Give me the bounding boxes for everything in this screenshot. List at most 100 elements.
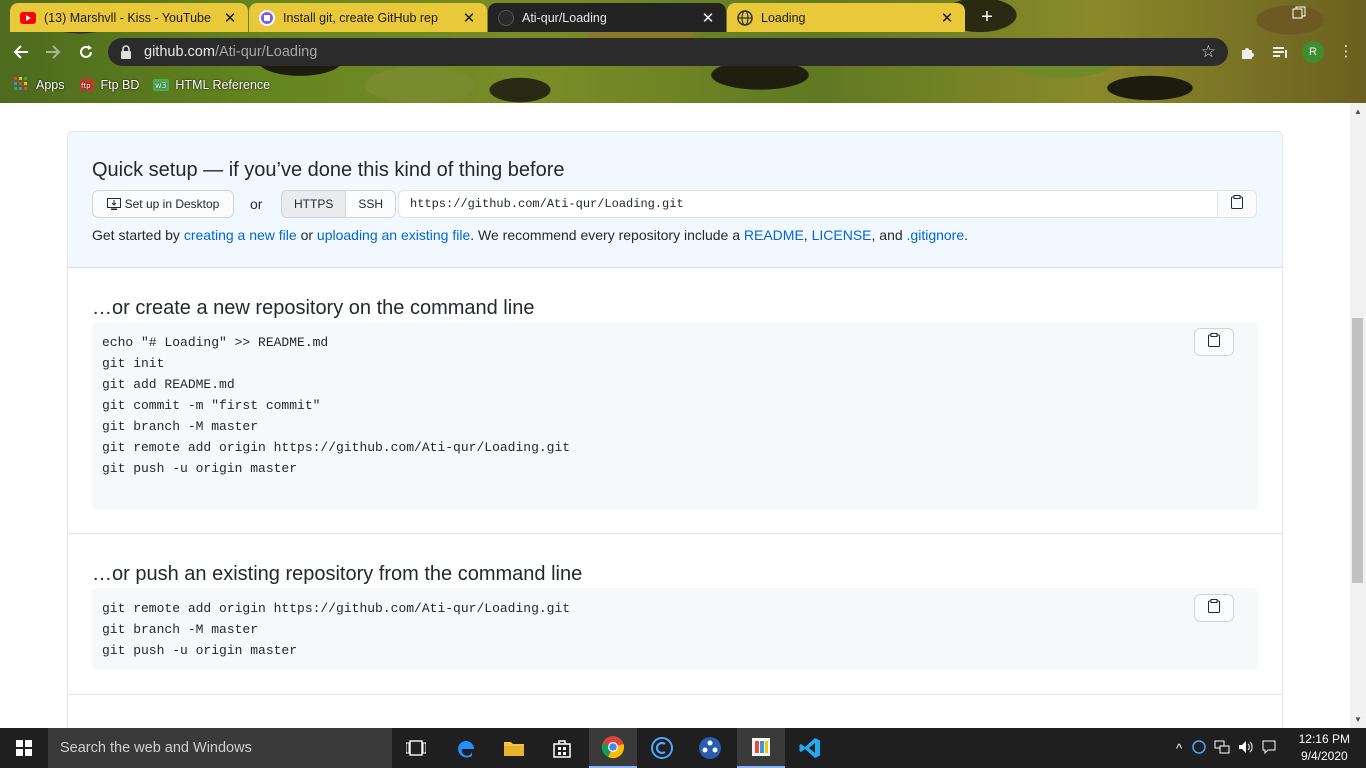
clone-url-field[interactable]: https://github.com/Ati-qur/Loading.git [398, 190, 1218, 218]
clipboard-icon [1231, 194, 1243, 214]
volume-icon[interactable] [1238, 740, 1254, 757]
hint-prefix: Get started by [92, 227, 180, 243]
getting-started-hint: Get started by creating a new file or up… [92, 227, 968, 243]
svg-text:ftp: ftp [81, 82, 91, 90]
bookmark-label: Ftp BD [100, 78, 140, 92]
clock-time: 12:16 PM [1298, 732, 1350, 746]
lock-icon[interactable] [120, 45, 134, 59]
close-icon[interactable]: ✕ [939, 9, 955, 27]
bookmark-apps[interactable]: Apps [14, 77, 65, 93]
quick-setup-title: Quick setup — if you’ve done this kind o… [92, 159, 565, 181]
copy-push-existing-button[interactable] [1194, 594, 1234, 622]
menu-kebab-icon[interactable]: ⋮ [1334, 40, 1358, 64]
hint-end: . [964, 227, 969, 243]
reading-list-icon[interactable] [1268, 40, 1292, 64]
ccleaner-tray-icon[interactable] [1192, 739, 1206, 757]
hint-comma: , [803, 227, 808, 243]
new-repo-code-block[interactable]: echo "# Loading" >> README.md git init g… [92, 322, 1258, 510]
file-explorer-icon[interactable] [490, 728, 538, 768]
scroll-up-icon[interactable]: ▲ [1354, 107, 1362, 116]
setup-in-desktop-button[interactable]: Set up in Desktop [92, 190, 234, 218]
store-icon[interactable] [538, 728, 586, 768]
davinci-icon[interactable] [686, 728, 734, 768]
apps-grid-icon [14, 77, 30, 93]
new-repo-title: …or create a new repository on the comma… [92, 297, 535, 319]
bookmark-ftp-bd[interactable]: ftp Ftp BD [79, 77, 140, 93]
repo-setup-box: Quick setup — if you’ve done this kind o… [67, 131, 1283, 728]
back-button[interactable] [8, 39, 34, 65]
forward-button[interactable] [40, 39, 66, 65]
push-existing-code[interactable]: git remote add origin https://github.com… [102, 598, 570, 661]
bookmark-star-icon[interactable]: ☆ [1201, 43, 1216, 61]
url-text: github.com/Ati-qur/Loading [144, 44, 317, 60]
chevron-up-icon[interactable]: ^ [1176, 741, 1182, 756]
push-existing-section: …or push an existing repository from the… [68, 534, 1282, 695]
close-icon[interactable]: ✕ [461, 9, 477, 27]
tab-ati-qur-loading[interactable]: Ati-qur/Loading ✕ [488, 3, 726, 32]
scrollbar-thumb[interactable] [1352, 318, 1363, 583]
chrome-icon[interactable] [589, 728, 637, 768]
windows-logo-icon [16, 740, 32, 756]
push-existing-title: …or push an existing repository from the… [92, 563, 583, 585]
network-icon[interactable] [1214, 740, 1230, 757]
clipboard-icon [1208, 332, 1220, 352]
task-view-icon[interactable] [392, 728, 440, 768]
system-tray: ^ [1176, 728, 1276, 768]
github-icon [498, 9, 514, 26]
restore-icon[interactable] [1292, 6, 1310, 24]
create-new-file-link[interactable]: creating a new file [184, 227, 297, 243]
url-path: /Ati-qur/Loading [214, 44, 318, 60]
readme-link[interactable]: README [744, 227, 804, 243]
tab-youtube[interactable]: (13) Marshvll - Kiss - YouTube ✕ [10, 3, 248, 32]
desktop-button-label: Set up in Desktop [124, 197, 220, 211]
or-label: or [250, 196, 263, 212]
scroll-down-icon[interactable]: ▼ [1354, 715, 1362, 724]
taskbar-search-box[interactable]: Search the web and Windows [48, 728, 392, 768]
tab-install-git[interactable]: Install git, create GitHub rep ✕ [249, 3, 487, 32]
bookmark-html-reference[interactable]: w3 HTML Reference [153, 77, 270, 93]
license-link[interactable]: LICENSE [812, 227, 872, 243]
gitignore-link[interactable]: .gitignore [907, 227, 965, 243]
notification-icon[interactable] [1262, 740, 1276, 757]
close-icon[interactable]: ✕ [700, 9, 716, 27]
new-repo-section: …or create a new repository on the comma… [68, 268, 1282, 534]
protocol-toggle: HTTPS SSH [281, 190, 397, 218]
bookmarks-bar: Apps ftp Ftp BD w3 HTML Reference [0, 72, 1366, 98]
tab-loading[interactable]: Loading ✕ [727, 3, 965, 32]
clock-date: 9/4/2020 [1300, 749, 1348, 763]
new-tab-button[interactable]: + [976, 6, 998, 28]
tab-title: Ati-qur/Loading [522, 10, 607, 25]
push-existing-code-block[interactable]: git remote add origin https://github.com… [92, 588, 1258, 670]
clipboard-icon [1208, 598, 1220, 618]
ccleaner-icon[interactable] [638, 728, 686, 768]
tab-title: (13) Marshvll - Kiss - YouTube [44, 10, 211, 25]
ssh-button[interactable]: SSH [346, 191, 396, 217]
google-docs-icon [259, 9, 275, 26]
upload-existing-file-link[interactable]: uploading an existing file [317, 227, 470, 243]
paint-icon[interactable] [737, 728, 785, 768]
reload-button[interactable] [73, 39, 99, 65]
windows-start-button[interactable] [0, 728, 48, 768]
url-host: github.com [144, 44, 215, 60]
close-icon[interactable]: ✕ [222, 9, 238, 27]
hint-and: , and [871, 227, 903, 243]
bookmark-label: HTML Reference [175, 78, 271, 92]
copy-new-repo-button[interactable] [1194, 328, 1234, 356]
copy-url-button[interactable] [1217, 190, 1257, 218]
hint-middle: . We recommend every repository include … [470, 227, 740, 243]
hint-or: or [300, 227, 314, 243]
profile-avatar[interactable]: R [1302, 41, 1324, 63]
new-repo-code[interactable]: echo "# Loading" >> README.md git init g… [102, 332, 570, 479]
https-button[interactable]: HTTPS [282, 191, 347, 217]
address-bar[interactable]: github.com/Ati-qur/Loading ☆ [108, 38, 1228, 66]
globe-icon [737, 9, 753, 26]
ftp-icon: ftp [79, 77, 95, 93]
taskbar-clock[interactable]: 12:16 PM 9/4/2020 [1299, 731, 1350, 765]
tab-title: Loading [761, 10, 806, 25]
browser-chrome: (13) Marshvll - Kiss - YouTube ✕ Install… [0, 0, 1366, 103]
page-scrollbar[interactable]: ▲ ▼ [1350, 103, 1366, 728]
vscode-icon[interactable] [786, 728, 834, 768]
extensions-icon[interactable] [1236, 40, 1260, 64]
edge-icon[interactable] [442, 728, 490, 768]
youtube-icon [20, 10, 36, 26]
